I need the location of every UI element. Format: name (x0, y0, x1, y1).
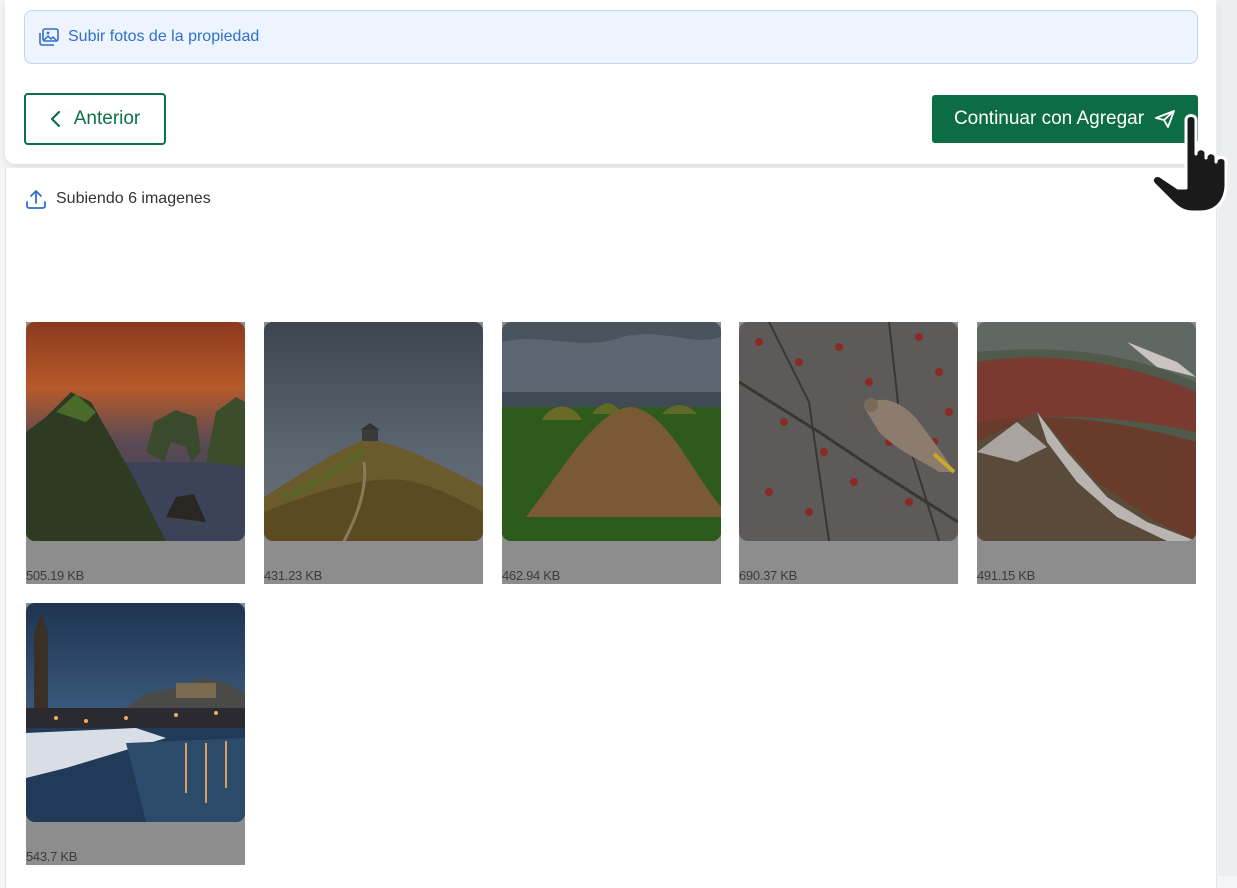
image-gallery-icon (39, 28, 59, 46)
image-preview (26, 603, 245, 822)
image-file-size: 543.7 KB (26, 849, 78, 864)
previous-button[interactable]: Anterior (24, 93, 166, 145)
image-file-size: 505.19 KB (26, 568, 85, 583)
upload-icon (26, 190, 46, 209)
image-file-size: 431.23 KB (264, 568, 323, 583)
upload-photos-label: Subir fotos de la propiedad (68, 28, 260, 45)
image-thumbnail[interactable]: 505.19 KB (26, 322, 245, 584)
chevron-left-icon (50, 110, 60, 128)
image-preview (502, 322, 721, 541)
image-preview (26, 322, 245, 541)
image-thumbnail[interactable]: 690.37 KB (739, 322, 958, 584)
image-file-size: 690.37 KB (739, 568, 798, 583)
image-thumbnail[interactable]: 431.23 KB (264, 322, 483, 584)
image-file-size: 491.15 KB (977, 568, 1036, 583)
continue-button-label: Continuar con Agregar (953, 108, 1145, 129)
hand-pointer-icon (1150, 114, 1228, 214)
image-file-size: 462.94 KB (502, 568, 561, 583)
upload-status-text: Subiendo 6 imagenes (56, 190, 211, 207)
image-thumbnail[interactable]: 462.94 KB (502, 322, 721, 584)
upload-photos-link[interactable]: Subir fotos de la propiedad (24, 10, 1198, 64)
previous-button-label: Anterior (73, 108, 141, 129)
image-preview (264, 322, 483, 541)
image-thumbnail[interactable]: 491.15 KB (977, 322, 1196, 584)
image-preview (739, 322, 958, 541)
upload-status: Subiendo 6 imagenes (25, 188, 211, 210)
image-thumbnail[interactable]: 543.7 KB (26, 603, 245, 865)
image-preview (977, 322, 1196, 541)
